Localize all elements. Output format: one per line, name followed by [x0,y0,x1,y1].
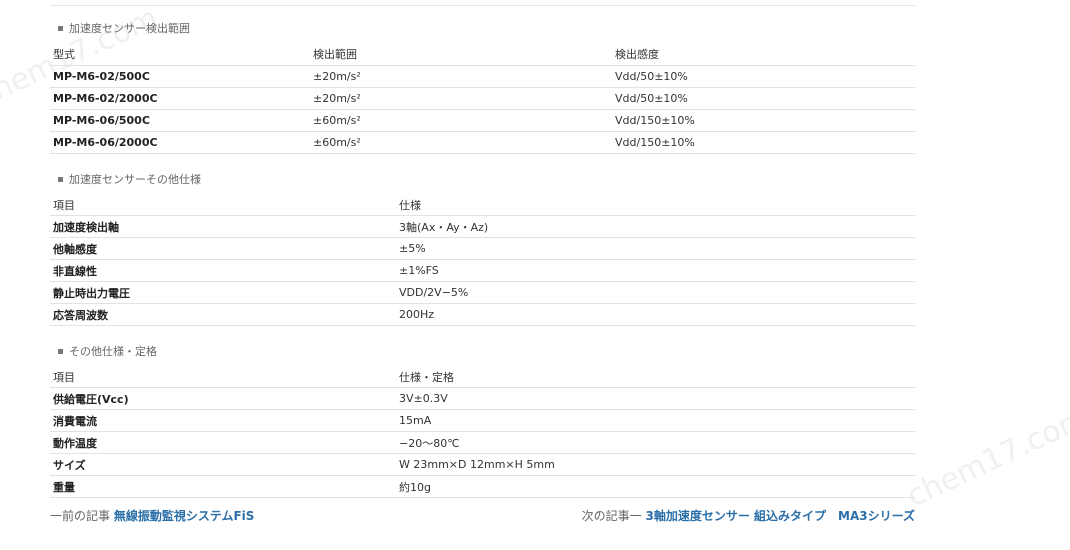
table-row: 応答周波数 200Hz [50,303,915,326]
item-cell: 応答周波数 [50,303,396,326]
value-cell: 15mA [396,409,915,432]
model-cell: MP-M6-02/2000C [50,87,310,110]
range-cell: ±20m/s² [310,65,612,88]
table-row: 消費電流 15mA [50,409,915,432]
prev-article-label: 一前の記事 [50,509,111,523]
other-spec-table: 項目 仕様 加速度検出軸 3軸(Ax・Ay・Az) 他軸感度 ±5% 非直線性 … [50,194,915,326]
range-table: 型式 検出範囲 検出感度 MP-M6-02/500C ±20m/s² Vdd/5… [50,43,915,154]
value-cell: ±5% [396,237,915,260]
item-cell: 供給電圧(Vcc) [50,387,396,410]
value-cell: ±1%FS [396,259,915,282]
model-cell: MP-M6-02/500C [50,65,310,88]
header-cell: 仕様 [396,194,915,216]
watermark: chem17.com [901,400,1070,515]
range-cell: ±60m/s² [310,131,612,154]
header-cell: 型式 [50,43,310,66]
table-header-row: 項目 仕様 [50,194,915,216]
range-cell: ±20m/s² [310,87,612,110]
section-title-misc: その他仕様・定格 [50,343,915,360]
header-cell: 項目 [50,194,396,216]
header-cell: 項目 [50,366,396,388]
model-cell: MP-M6-06/500C [50,109,310,132]
sensitivity-cell: Vdd/50±10% [612,65,915,88]
table-row: MP-M6-06/2000C ±60m/s² Vdd/150±10% [50,131,915,154]
header-cell: 検出感度 [612,43,915,66]
sensitivity-cell: Vdd/50±10% [612,87,915,110]
table-row: 供給電圧(Vcc) 3V±0.3V [50,387,915,410]
table-row: MP-M6-02/500C ±20m/s² Vdd/50±10% [50,65,915,88]
value-cell: 約10g [396,475,915,498]
table-row: サイズ W 23mm×D 12mm×H 5mm [50,453,915,476]
table-row: 動作温度 −20～80℃ [50,431,915,454]
value-cell: VDD/2V−5% [396,281,915,304]
article-navigation: 一前の記事 無線振動監視システムFiS 次の記事一 3軸加速度センサー 組込みタ… [50,508,915,524]
section-title-text: 加速度センサーその他仕様 [69,173,201,186]
table-row: 静止時出力電圧 VDD/2V−5% [50,281,915,304]
misc-spec-table: 項目 仕様・定格 供給電圧(Vcc) 3V±0.3V 消費電流 15mA 動作温… [50,366,915,498]
item-cell: 静止時出力電圧 [50,281,396,304]
top-divider [50,5,915,6]
table-row: 加速度検出軸 3軸(Ax・Ay・Az) [50,215,915,238]
section-title-text: その他仕様・定格 [69,345,157,358]
square-bullet-icon [58,348,63,354]
sensitivity-cell: Vdd/150±10% [612,109,915,132]
sensitivity-cell: Vdd/150±10% [612,131,915,154]
item-cell: 重量 [50,475,396,498]
square-bullet-icon [58,176,63,182]
prev-article-link[interactable]: 無線振動監視システムFiS [114,509,255,523]
table-row: 重量 約10g [50,475,915,498]
table-header-row: 項目 仕様・定格 [50,366,915,388]
item-cell: サイズ [50,453,396,476]
table-row: 非直線性 ±1%FS [50,259,915,282]
table-header-row: 型式 検出範囲 検出感度 [50,43,915,66]
section-title-text: 加速度センサー検出範囲 [69,22,190,35]
item-cell: 非直線性 [50,259,396,282]
section-title-other-spec: 加速度センサーその他仕様 [50,171,915,188]
spec-content: 加速度センサー検出範囲 型式 検出範囲 検出感度 MP-M6-02/500C ±… [50,20,915,498]
table-row: MP-M6-06/500C ±60m/s² Vdd/150±10% [50,109,915,132]
table-row: MP-M6-02/2000C ±20m/s² Vdd/50±10% [50,87,915,110]
value-cell: 3軸(Ax・Ay・Az) [396,215,915,238]
item-cell: 加速度検出軸 [50,215,396,238]
model-cell: MP-M6-06/2000C [50,131,310,154]
square-bullet-icon [58,25,63,31]
table-row: 他軸感度 ±5% [50,237,915,260]
item-cell: 他軸感度 [50,237,396,260]
section-title-range: 加速度センサー検出範囲 [50,20,915,37]
item-cell: 消費電流 [50,409,396,432]
value-cell: W 23mm×D 12mm×H 5mm [396,453,915,476]
value-cell: 3V±0.3V [396,387,915,410]
item-cell: 動作温度 [50,431,396,454]
next-article: 次の記事一 3軸加速度センサー 組込みタイプ MA3シリーズ [582,508,915,524]
next-article-label: 次の記事一 [581,509,642,523]
header-cell: 検出範囲 [310,43,612,66]
range-cell: ±60m/s² [310,109,612,132]
prev-article: 一前の記事 無線振動監視システムFiS [50,508,254,524]
value-cell: −20～80℃ [396,431,915,454]
value-cell: 200Hz [396,303,915,326]
header-cell: 仕様・定格 [396,366,915,388]
next-article-link[interactable]: 3軸加速度センサー 組込みタイプ MA3シリーズ [645,509,915,523]
